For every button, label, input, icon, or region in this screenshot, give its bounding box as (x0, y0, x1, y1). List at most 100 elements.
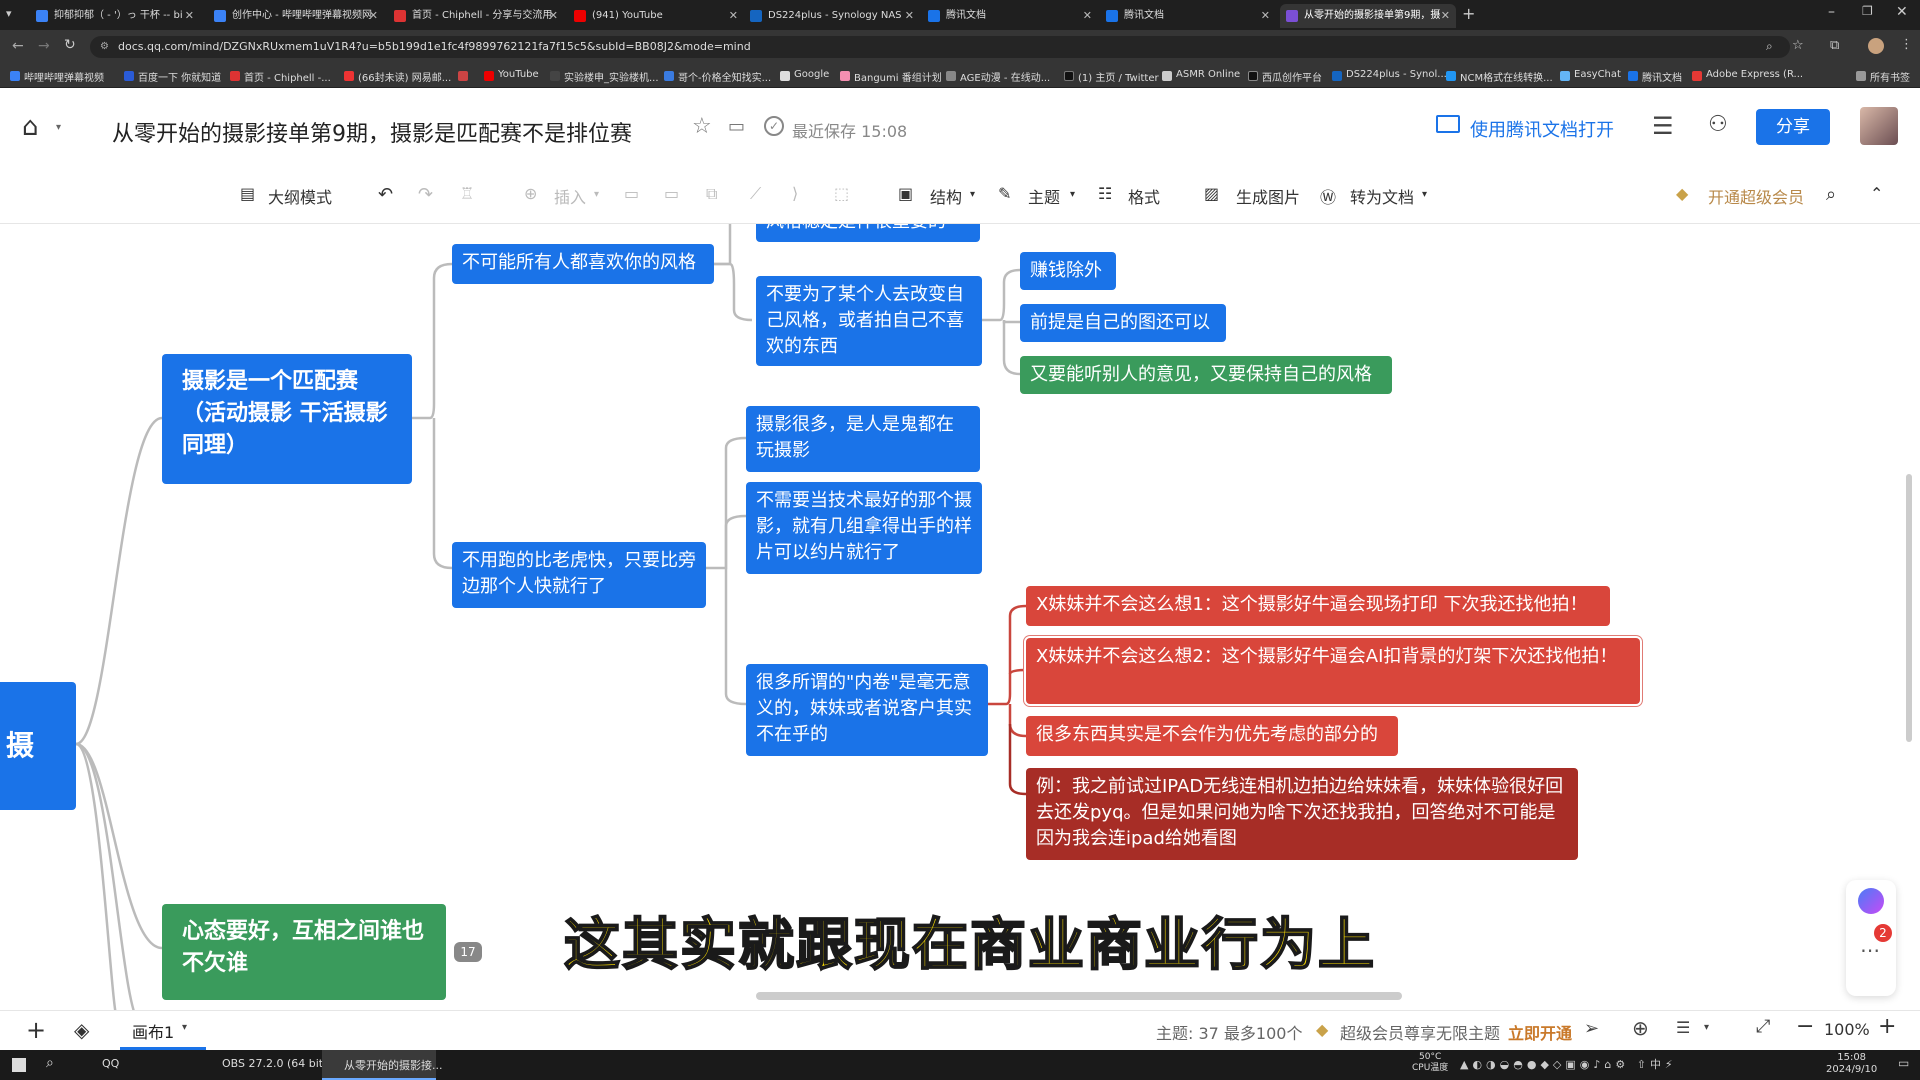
minimize-icon[interactable]: – (1828, 4, 1835, 20)
insert-button[interactable]: 插入 (554, 184, 586, 208)
zoom-level[interactable]: 100% (1824, 1020, 1870, 1039)
add-child-icon[interactable]: ▭ (664, 184, 679, 203)
insert-dropdown-icon[interactable]: ▾ (594, 189, 599, 200)
main-node-mindset[interactable]: 心态要好，互相之间谁也不欠谁 (162, 904, 446, 1000)
folder-icon[interactable]: ▭ (728, 116, 745, 137)
vertical-scrollbar[interactable] (1906, 474, 1912, 742)
leaf-x-think-2[interactable]: X妹妹并不会这么想2：这个摄影好牛逼会AI扣背景的灯架下次还找他拍！ (1026, 638, 1640, 704)
share-button[interactable]: 分享 (1756, 109, 1830, 145)
taskbar-app-chrome[interactable]: 从零开始的摄影接... (328, 1057, 443, 1073)
bookmark-item[interactable]: 首页 - Chiphell -... (230, 69, 331, 84)
add-sibling-icon[interactable]: ▭ (624, 184, 639, 203)
page-title[interactable]: 从零开始的摄影接单第9期，摄影是匹配赛不是排位赛 (112, 116, 632, 148)
theme-icon[interactable]: ✎ (998, 184, 1011, 203)
bookmark-item[interactable]: YouTube (484, 69, 539, 81)
close-tab-icon[interactable]: ✕ (369, 4, 378, 28)
url-input[interactable]: ⚙ docs.qq.com/mind/DZGNxRUxmem1uV1R4?u=b5… (90, 36, 1790, 58)
leaf-premise[interactable]: 前提是自己的图还可以 (1020, 304, 1226, 342)
bookmarks-folder[interactable]: 所有书签 (1856, 69, 1910, 84)
bookmark-item[interactable]: Bangumi 番组计划 (840, 69, 942, 84)
browser-tab[interactable]: 腾讯文档 ✕ (922, 4, 1098, 28)
bookmark-star-icon[interactable]: ☆ (1792, 38, 1804, 53)
bookmark-item[interactable]: 西瓜创作平台 (1248, 69, 1322, 84)
extensions-icon[interactable]: ⧉ (1830, 38, 1839, 53)
collapse-toolbar-icon[interactable]: ⌃ (1870, 184, 1883, 203)
home-dropdown-icon[interactable]: ▾ (56, 122, 61, 133)
branch-style-stable[interactable]: 风格稳定是件很重要的 (756, 224, 980, 242)
bookmark-item[interactable]: 腾讯文档 (1628, 69, 1682, 84)
tab-list-icon[interactable]: ▾ (6, 7, 22, 23)
more-options-icon[interactable]: ⋯ (1860, 938, 1880, 962)
browser-tab-active[interactable]: 从零开始的摄影接单第9期，摄 ✕ (1280, 4, 1456, 28)
bookmark-item[interactable]: AGE动漫 - 在线动... (946, 69, 1050, 84)
browser-menu-icon[interactable]: ⋮ (1900, 37, 1913, 52)
zoom-in-icon[interactable]: + (1878, 1014, 1896, 1039)
close-tab-icon[interactable]: ✕ (1261, 4, 1270, 28)
theme-dropdown-icon[interactable]: ▾ (1070, 189, 1075, 200)
fullscreen-icon[interactable]: ⤢ (1756, 1016, 1770, 1037)
collapsed-count-badge[interactable]: 17 (454, 942, 482, 962)
list-view-icon[interactable]: ☰ (1676, 1018, 1690, 1037)
zoom-icon[interactable]: ⌕ (1766, 39, 1773, 54)
list-view-dropdown-icon[interactable]: ▾ (1704, 1022, 1709, 1033)
connector-icon[interactable]: ⟋ (750, 184, 761, 204)
image-icon[interactable]: ▨ (1204, 184, 1219, 203)
close-tab-icon[interactable]: ✕ (549, 4, 558, 28)
new-tab-icon[interactable]: + (1462, 4, 1475, 23)
browser-tab[interactable]: 首页 - Chiphell - 分享与交流用 ✕ (388, 4, 564, 28)
send-icon[interactable]: ➢ (1584, 1018, 1599, 1039)
forward-icon[interactable]: → (38, 38, 50, 54)
leaf-many-photographers[interactable]: 摄影很多，是人是鬼都在玩摄影 (746, 406, 980, 472)
bookmark-item[interactable]: Adobe Express (R... (1692, 69, 1803, 81)
star-icon[interactable]: ☆ (692, 114, 712, 139)
notification-center-icon[interactable]: ▭ (1898, 1056, 1909, 1070)
vip-open-link[interactable]: 立即开通 (1508, 1020, 1572, 1044)
close-window-icon[interactable]: ✕ (1896, 4, 1908, 20)
back-icon[interactable]: ← (12, 38, 24, 54)
vip-link[interactable]: 开通超级会员 (1708, 184, 1804, 208)
leaf-except-money[interactable]: 赚钱除外 (1020, 252, 1116, 290)
branch-dont-change-style[interactable]: 不要为了某个人去改变自己风格，或者拍自己不喜欢的东西 (756, 276, 982, 366)
add-parent-icon[interactable]: ⧉ (706, 184, 717, 204)
bookmark-item[interactable]: DS224plus - Synol... (1332, 69, 1447, 81)
close-tab-icon[interactable]: ✕ (1441, 4, 1450, 28)
bookmark-item[interactable]: NCM格式在线转换... (1446, 69, 1553, 84)
browser-tab[interactable]: (941) YouTube ✕ (568, 4, 744, 28)
bookmark-item[interactable]: (66封未读) 网易邮... (344, 69, 451, 84)
reload-icon[interactable]: ↻ (64, 37, 76, 53)
main-node-matching[interactable]: 摄影是一个匹配赛（活动摄影 干活摄影同理） (162, 354, 412, 484)
maximize-icon[interactable]: ❐ (1862, 4, 1873, 18)
monitor-icon[interactable] (1436, 115, 1460, 133)
zoom-out-icon[interactable]: − (1796, 1014, 1814, 1039)
structure-button[interactable]: 结构 (930, 184, 962, 208)
locate-icon[interactable]: ⊕ (1632, 1016, 1649, 1040)
outline-icon[interactable]: ▤ (240, 184, 255, 203)
leaf-x-think-1[interactable]: X妹妹并不会这么想1：这个摄影好牛逼会现场打印 下次我还找他拍！ (1026, 586, 1610, 626)
ai-assistant-icon[interactable] (1858, 888, 1884, 914)
branch-faster-than-neighbor[interactable]: 不用跑的比老虎快，只要比旁边那个人快就行了 (452, 542, 706, 608)
close-tab-icon[interactable]: ✕ (729, 4, 738, 28)
bookmark-item[interactable]: Google (780, 69, 829, 81)
taskbar-app-qq[interactable]: QQ (82, 1057, 202, 1070)
menu-icon[interactable]: ☰ (1652, 112, 1674, 140)
leaf-balance[interactable]: 又要能听别人的意见，又要保持自己的风格 (1020, 356, 1392, 394)
convert-dropdown-icon[interactable]: ▾ (1422, 189, 1427, 200)
clock[interactable]: 15:08 2024/9/10 (1826, 1052, 1877, 1076)
user-avatar[interactable] (1860, 107, 1898, 145)
site-info-icon[interactable]: ⚙ (100, 36, 109, 58)
leaf-no-need-best[interactable]: 不需要当技术最好的那个摄影，就有几组拿得出手的样片可以约片就行了 (746, 482, 982, 574)
browser-tab[interactable]: 腾讯文档 ✕ (1100, 4, 1276, 28)
close-tab-icon[interactable]: ✕ (185, 4, 194, 28)
bookmark-item[interactable]: EasyChat (1560, 69, 1621, 81)
leaf-not-priority[interactable]: 很多东西其实是不会作为优先考虑的部分的 (1026, 716, 1398, 756)
browser-tab[interactable]: DS224plus - Synology NAS ✕ (744, 4, 920, 28)
mindmap-canvas[interactable]: 摄 摄影是一个匹配赛（活动摄影 干活摄影同理） 心态要好，互相之间谁也不欠谁 1… (0, 224, 1920, 1010)
bookmark-item[interactable]: 百度一下 你就知道 (124, 69, 221, 84)
summary-icon[interactable]: ⟩ (792, 184, 798, 203)
theme-button[interactable]: 主题 (1028, 184, 1060, 208)
horizontal-scrollbar[interactable] (756, 992, 1402, 1000)
word-icon[interactable]: Ⓦ (1320, 184, 1336, 208)
outline-mode-button[interactable]: 大纲模式 (268, 184, 332, 208)
format-painter-icon[interactable]: ♖ (460, 184, 474, 203)
taskbar-search-icon[interactable]: ⌕ (46, 1055, 54, 1071)
